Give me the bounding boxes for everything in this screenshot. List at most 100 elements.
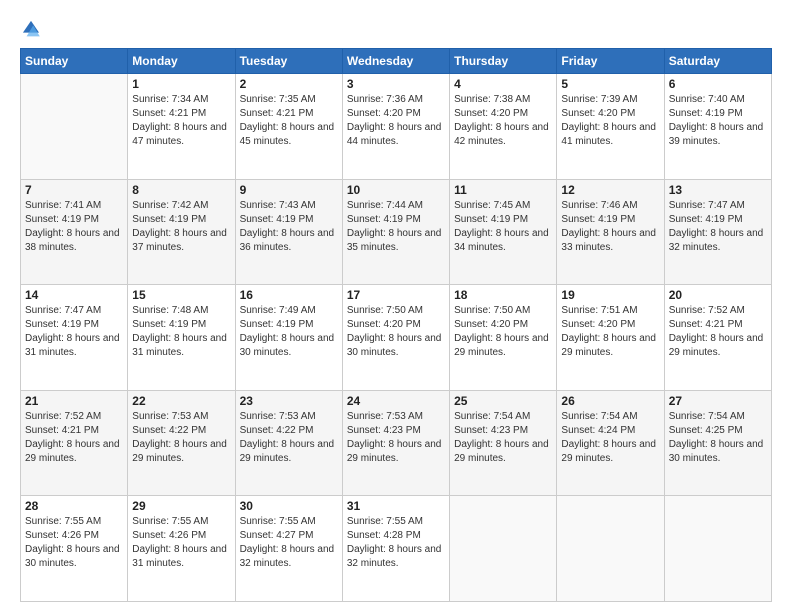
day-cell xyxy=(557,496,664,602)
day-cell xyxy=(21,74,128,180)
day-cell: 19 Sunrise: 7:51 AMSunset: 4:20 PMDayligh… xyxy=(557,285,664,391)
day-info: Sunrise: 7:51 AMSunset: 4:20 PMDaylight:… xyxy=(561,304,659,360)
day-info: Sunrise: 7:41 AMSunset: 4:19 PMDaylight:… xyxy=(25,199,123,255)
day-number: 11 xyxy=(454,183,552,197)
day-number: 12 xyxy=(561,183,659,197)
day-info: Sunrise: 7:38 AMSunset: 4:20 PMDaylight:… xyxy=(454,93,552,149)
day-info: Sunrise: 7:42 AMSunset: 4:19 PMDaylight:… xyxy=(132,199,230,255)
week-row-3: 14Sunrise: 7:47 AMSunset: 4:19 PMDayligh… xyxy=(21,285,772,391)
day-number: 26 xyxy=(561,394,659,408)
day-number: 9 xyxy=(240,183,338,197)
weekday-header-thursday: Thursday xyxy=(450,49,557,74)
day-info: Sunrise: 7:50 AMSunset: 4:20 PMDaylight:… xyxy=(454,304,552,360)
day-info: Sunrise: 7:49 AMSunset: 4:19 PMDaylight:… xyxy=(240,304,338,360)
day-info: Sunrise: 7:55 AMSunset: 4:26 PMDaylight:… xyxy=(25,515,123,571)
week-row-4: 21Sunrise: 7:52 AMSunset: 4:21 PMDayligh… xyxy=(21,390,772,496)
day-number: 4 xyxy=(454,77,552,91)
day-cell xyxy=(450,496,557,602)
day-info: Sunrise: 7:40 AMSunset: 4:19 PMDaylight:… xyxy=(669,93,767,149)
day-cell: 11 Sunrise: 7:45 AMSunset: 4:19 PMDayligh… xyxy=(450,179,557,285)
day-number: 24 xyxy=(347,394,445,408)
day-cell: 10Sunrise: 7:44 AMSunset: 4:19 PMDayligh… xyxy=(342,179,449,285)
day-info: Sunrise: 7:50 AMSunset: 4:20 PMDaylight:… xyxy=(347,304,445,360)
weekday-header-saturday: Saturday xyxy=(664,49,771,74)
day-cell: 20Sunrise: 7:52 AMSunset: 4:21 PMDayligh… xyxy=(664,285,771,391)
day-number: 22 xyxy=(132,394,230,408)
day-info: Sunrise: 7:45 AMSunset: 4:19 PMDaylight:… xyxy=(454,199,552,255)
day-number: 23 xyxy=(240,394,338,408)
day-cell: 25 Sunrise: 7:54 AMSunset: 4:23 PMDayligh… xyxy=(450,390,557,496)
weekday-header-row: SundayMondayTuesdayWednesdayThursdayFrid… xyxy=(21,49,772,74)
day-info: Sunrise: 7:52 AMSunset: 4:21 PMDaylight:… xyxy=(25,410,123,466)
day-info: Sunrise: 7:47 AMSunset: 4:19 PMDaylight:… xyxy=(25,304,123,360)
day-number: 3 xyxy=(347,77,445,91)
day-cell: 14Sunrise: 7:47 AMSunset: 4:19 PMDayligh… xyxy=(21,285,128,391)
day-number: 25 xyxy=(454,394,552,408)
weekday-header-friday: Friday xyxy=(557,49,664,74)
day-number: 5 xyxy=(561,77,659,91)
day-number: 19 xyxy=(561,288,659,302)
day-number: 31 xyxy=(347,499,445,513)
day-cell: 16 Sunrise: 7:49 AMSunset: 4:19 PMDayligh… xyxy=(235,285,342,391)
day-info: Sunrise: 7:35 AMSunset: 4:21 PMDaylight:… xyxy=(240,93,338,149)
day-info: Sunrise: 7:55 AMSunset: 4:27 PMDaylight:… xyxy=(240,515,338,571)
day-cell: 4 Sunrise: 7:38 AMSunset: 4:20 PMDaylight… xyxy=(450,74,557,180)
day-number: 6 xyxy=(669,77,767,91)
day-cell: 22 Sunrise: 7:53 AMSunset: 4:22 PMDayligh… xyxy=(128,390,235,496)
day-info: Sunrise: 7:53 AMSunset: 4:22 PMDaylight:… xyxy=(240,410,338,466)
day-number: 30 xyxy=(240,499,338,513)
day-info: Sunrise: 7:44 AMSunset: 4:19 PMDaylight:… xyxy=(347,199,445,255)
day-info: Sunrise: 7:36 AMSunset: 4:20 PMDaylight:… xyxy=(347,93,445,149)
day-cell: 21Sunrise: 7:52 AMSunset: 4:21 PMDayligh… xyxy=(21,390,128,496)
day-cell: 26 Sunrise: 7:54 AMSunset: 4:24 PMDayligh… xyxy=(557,390,664,496)
day-number: 2 xyxy=(240,77,338,91)
day-cell: 6 Sunrise: 7:40 AMSunset: 4:19 PMDaylight… xyxy=(664,74,771,180)
day-info: Sunrise: 7:54 AMSunset: 4:23 PMDaylight:… xyxy=(454,410,552,466)
day-cell: 1Sunrise: 7:34 AMSunset: 4:21 PMDaylight… xyxy=(128,74,235,180)
day-number: 17 xyxy=(347,288,445,302)
day-info: Sunrise: 7:43 AMSunset: 4:19 PMDaylight:… xyxy=(240,199,338,255)
day-info: Sunrise: 7:53 AMSunset: 4:22 PMDaylight:… xyxy=(132,410,230,466)
weekday-header-wednesday: Wednesday xyxy=(342,49,449,74)
day-cell: 31 Sunrise: 7:55 AMSunset: 4:28 PMDayligh… xyxy=(342,496,449,602)
weekday-header-tuesday: Tuesday xyxy=(235,49,342,74)
week-row-2: 7 Sunrise: 7:41 AMSunset: 4:19 PMDaylight… xyxy=(21,179,772,285)
day-cell: 28 Sunrise: 7:55 AMSunset: 4:26 PMDayligh… xyxy=(21,496,128,602)
day-info: Sunrise: 7:54 AMSunset: 4:25 PMDaylight:… xyxy=(669,410,767,466)
day-number: 20 xyxy=(669,288,767,302)
day-cell: 9 Sunrise: 7:43 AMSunset: 4:19 PMDaylight… xyxy=(235,179,342,285)
weekday-header-monday: Monday xyxy=(128,49,235,74)
day-cell: 12 Sunrise: 7:46 AMSunset: 4:19 PMDayligh… xyxy=(557,179,664,285)
day-cell: 7 Sunrise: 7:41 AMSunset: 4:19 PMDaylight… xyxy=(21,179,128,285)
day-info: Sunrise: 7:48 AMSunset: 4:19 PMDaylight:… xyxy=(132,304,230,360)
week-row-5: 28 Sunrise: 7:55 AMSunset: 4:26 PMDayligh… xyxy=(21,496,772,602)
day-cell: 17 Sunrise: 7:50 AMSunset: 4:20 PMDayligh… xyxy=(342,285,449,391)
day-number: 29 xyxy=(132,499,230,513)
day-number: 28 xyxy=(25,499,123,513)
day-cell: 29 Sunrise: 7:55 AMSunset: 4:26 PMDayligh… xyxy=(128,496,235,602)
day-info: Sunrise: 7:55 AMSunset: 4:28 PMDaylight:… xyxy=(347,515,445,571)
day-cell: 8Sunrise: 7:42 AMSunset: 4:19 PMDaylight… xyxy=(128,179,235,285)
day-info: Sunrise: 7:53 AMSunset: 4:23 PMDaylight:… xyxy=(347,410,445,466)
day-number: 18 xyxy=(454,288,552,302)
day-cell: 30 Sunrise: 7:55 AMSunset: 4:27 PMDayligh… xyxy=(235,496,342,602)
day-number: 27 xyxy=(669,394,767,408)
day-cell: 24 Sunrise: 7:53 AMSunset: 4:23 PMDayligh… xyxy=(342,390,449,496)
logo-icon xyxy=(20,18,42,40)
day-info: Sunrise: 7:46 AMSunset: 4:19 PMDaylight:… xyxy=(561,199,659,255)
day-cell: 23 Sunrise: 7:53 AMSunset: 4:22 PMDayligh… xyxy=(235,390,342,496)
header xyxy=(20,18,772,40)
day-number: 15 xyxy=(132,288,230,302)
day-cell: 2 Sunrise: 7:35 AMSunset: 4:21 PMDaylight… xyxy=(235,74,342,180)
day-cell: 3 Sunrise: 7:36 AMSunset: 4:20 PMDaylight… xyxy=(342,74,449,180)
day-info: Sunrise: 7:55 AMSunset: 4:26 PMDaylight:… xyxy=(132,515,230,571)
day-cell: 27 Sunrise: 7:54 AMSunset: 4:25 PMDayligh… xyxy=(664,390,771,496)
day-cell xyxy=(664,496,771,602)
day-number: 16 xyxy=(240,288,338,302)
day-info: Sunrise: 7:54 AMSunset: 4:24 PMDaylight:… xyxy=(561,410,659,466)
day-cell: 18 Sunrise: 7:50 AMSunset: 4:20 PMDayligh… xyxy=(450,285,557,391)
week-row-1: 1Sunrise: 7:34 AMSunset: 4:21 PMDaylight… xyxy=(21,74,772,180)
day-cell: 15 Sunrise: 7:48 AMSunset: 4:19 PMDayligh… xyxy=(128,285,235,391)
day-number: 7 xyxy=(25,183,123,197)
page: SundayMondayTuesdayWednesdayThursdayFrid… xyxy=(0,0,792,612)
